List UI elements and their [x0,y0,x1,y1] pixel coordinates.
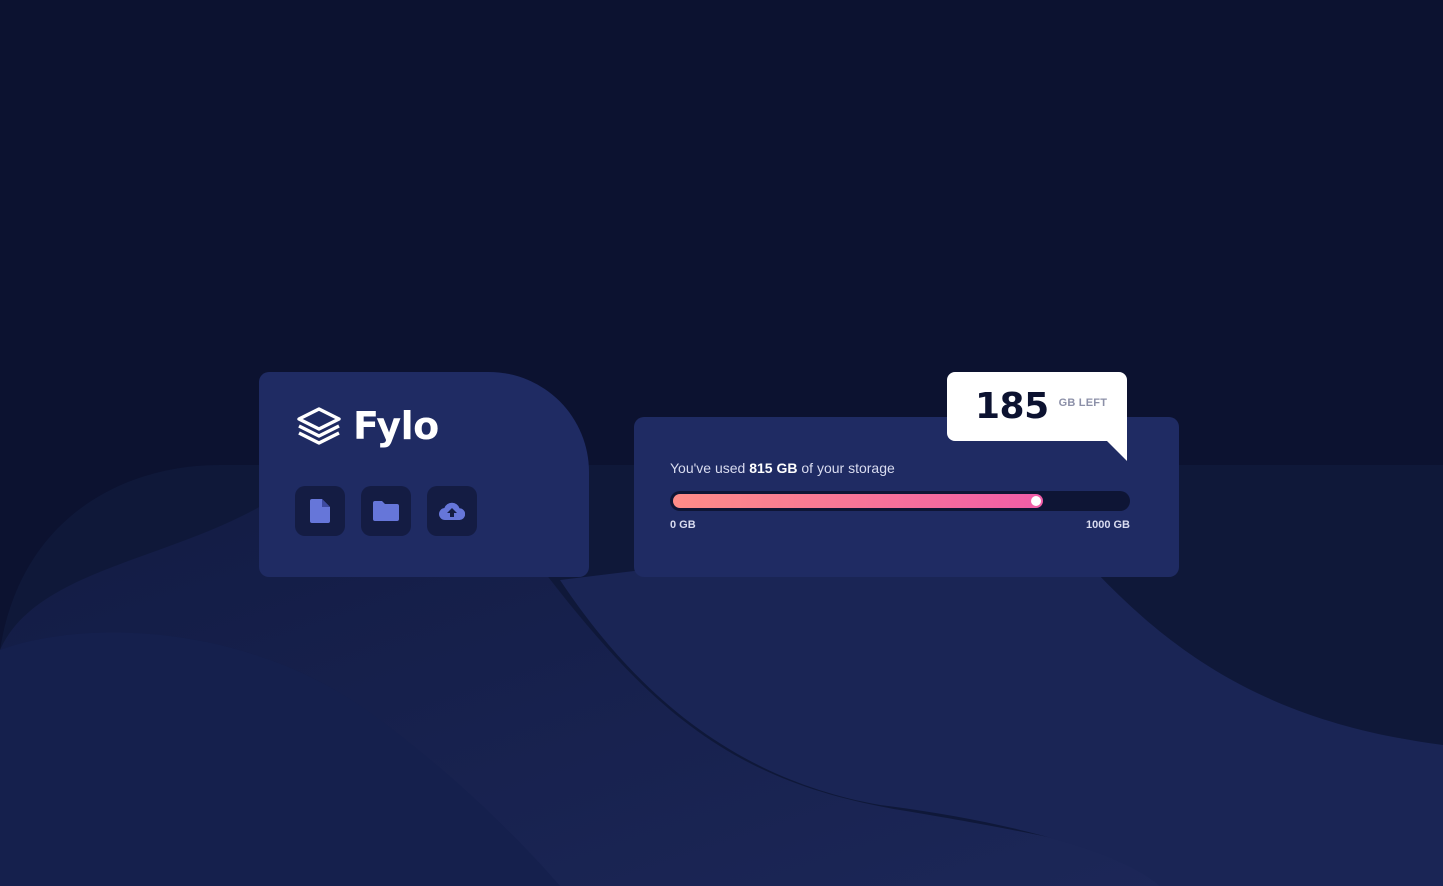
fylo-storage-page: Fylo You've used 815 GB of your storage … [0,0,1443,886]
file-actions [295,486,477,536]
remaining-unit: GB LEFT [1058,396,1108,409]
folder-icon [373,501,399,521]
stacked-layers-icon [297,407,341,445]
scale-min-label: 0 GB [670,519,696,531]
storage-meter-fill [673,494,1043,508]
folder-button[interactable] [361,486,411,536]
storage-card: You've used 815 GB of your storage 0 GB … [634,417,1179,577]
storage-meter [670,491,1130,511]
storage-meter-knob [1031,496,1041,506]
scale-max-label: 1000 GB [1085,519,1130,531]
fylo-logo: Fylo [295,406,439,446]
usage-suffix: of your storage [797,460,895,476]
usage-prefix: You've used [670,460,750,476]
remaining-callout: 185 GB LEFT [947,372,1127,461]
usage-summary: You've used 815 GB of your storage [670,460,895,476]
upload-button[interactable] [427,486,477,536]
document-icon [310,499,330,523]
used-amount: 815 GB [749,460,798,476]
remaining-value: 185 [975,385,1049,427]
cloud-upload-icon [439,502,465,520]
document-button[interactable] [295,486,345,536]
brand-name: Fylo [353,404,439,448]
brand-card: Fylo [259,372,589,577]
